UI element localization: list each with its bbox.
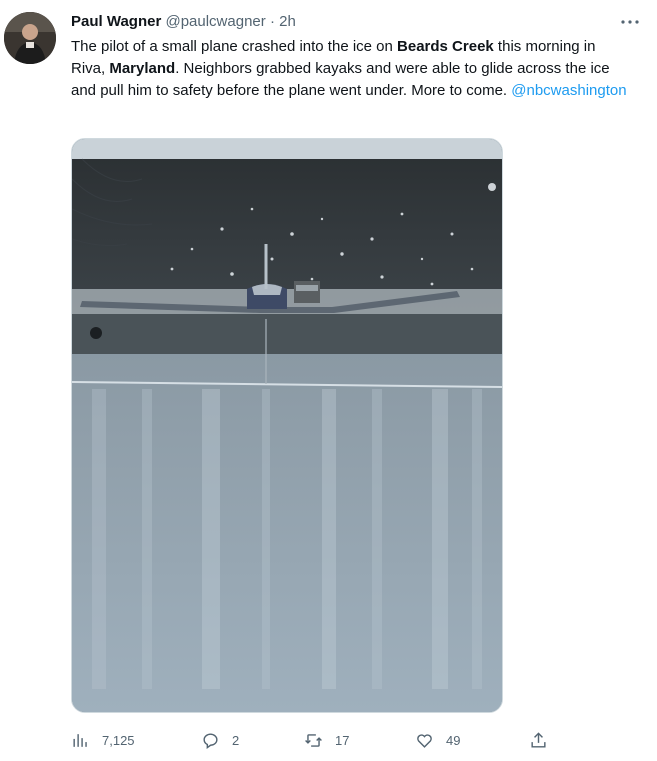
tweet-photo[interactable] <box>71 138 503 713</box>
like-button[interactable]: 49 <box>415 726 460 754</box>
tweet-bold-place: Beards Creek <box>397 38 494 55</box>
mention-link[interactable]: @nbcwashington <box>511 82 626 99</box>
retweet-count: 17 <box>335 732 350 748</box>
author-handle[interactable]: @paulcwagner <box>165 13 265 30</box>
tweet-bold-state: Maryland <box>109 60 176 77</box>
avatar-image <box>4 12 56 64</box>
tweet-header: Paul Wagner @paulcwagner · 2h <box>71 12 296 32</box>
reply-button[interactable]: 2 <box>201 726 239 754</box>
reply-icon <box>203 732 218 749</box>
tweet-time[interactable]: 2h <box>279 13 296 30</box>
avatar[interactable] <box>4 12 56 64</box>
tweet-actions: 7,125 2 17 49 <box>71 726 561 754</box>
plane-crash-photo <box>72 139 502 712</box>
retweet-button[interactable]: 17 <box>304 726 349 754</box>
views-count: 7,125 <box>102 732 135 748</box>
reply-count: 2 <box>232 732 240 748</box>
share-icon <box>531 731 546 748</box>
tweet-text-part: The pilot of a small plane crashed into … <box>71 38 398 55</box>
more-button[interactable] <box>618 10 642 34</box>
more-icon <box>621 20 639 24</box>
views-icon <box>73 733 87 747</box>
like-icon <box>417 733 432 748</box>
like-count: 49 <box>446 732 461 748</box>
views-stat[interactable]: 7,125 <box>71 726 135 754</box>
retweet-icon <box>305 733 322 747</box>
author-name[interactable]: Paul Wagner <box>71 13 161 30</box>
share-button[interactable] <box>529 726 548 754</box>
separator-dot: · <box>269 13 275 30</box>
tweet-text: The pilot of a small plane crashed into … <box>71 36 631 102</box>
